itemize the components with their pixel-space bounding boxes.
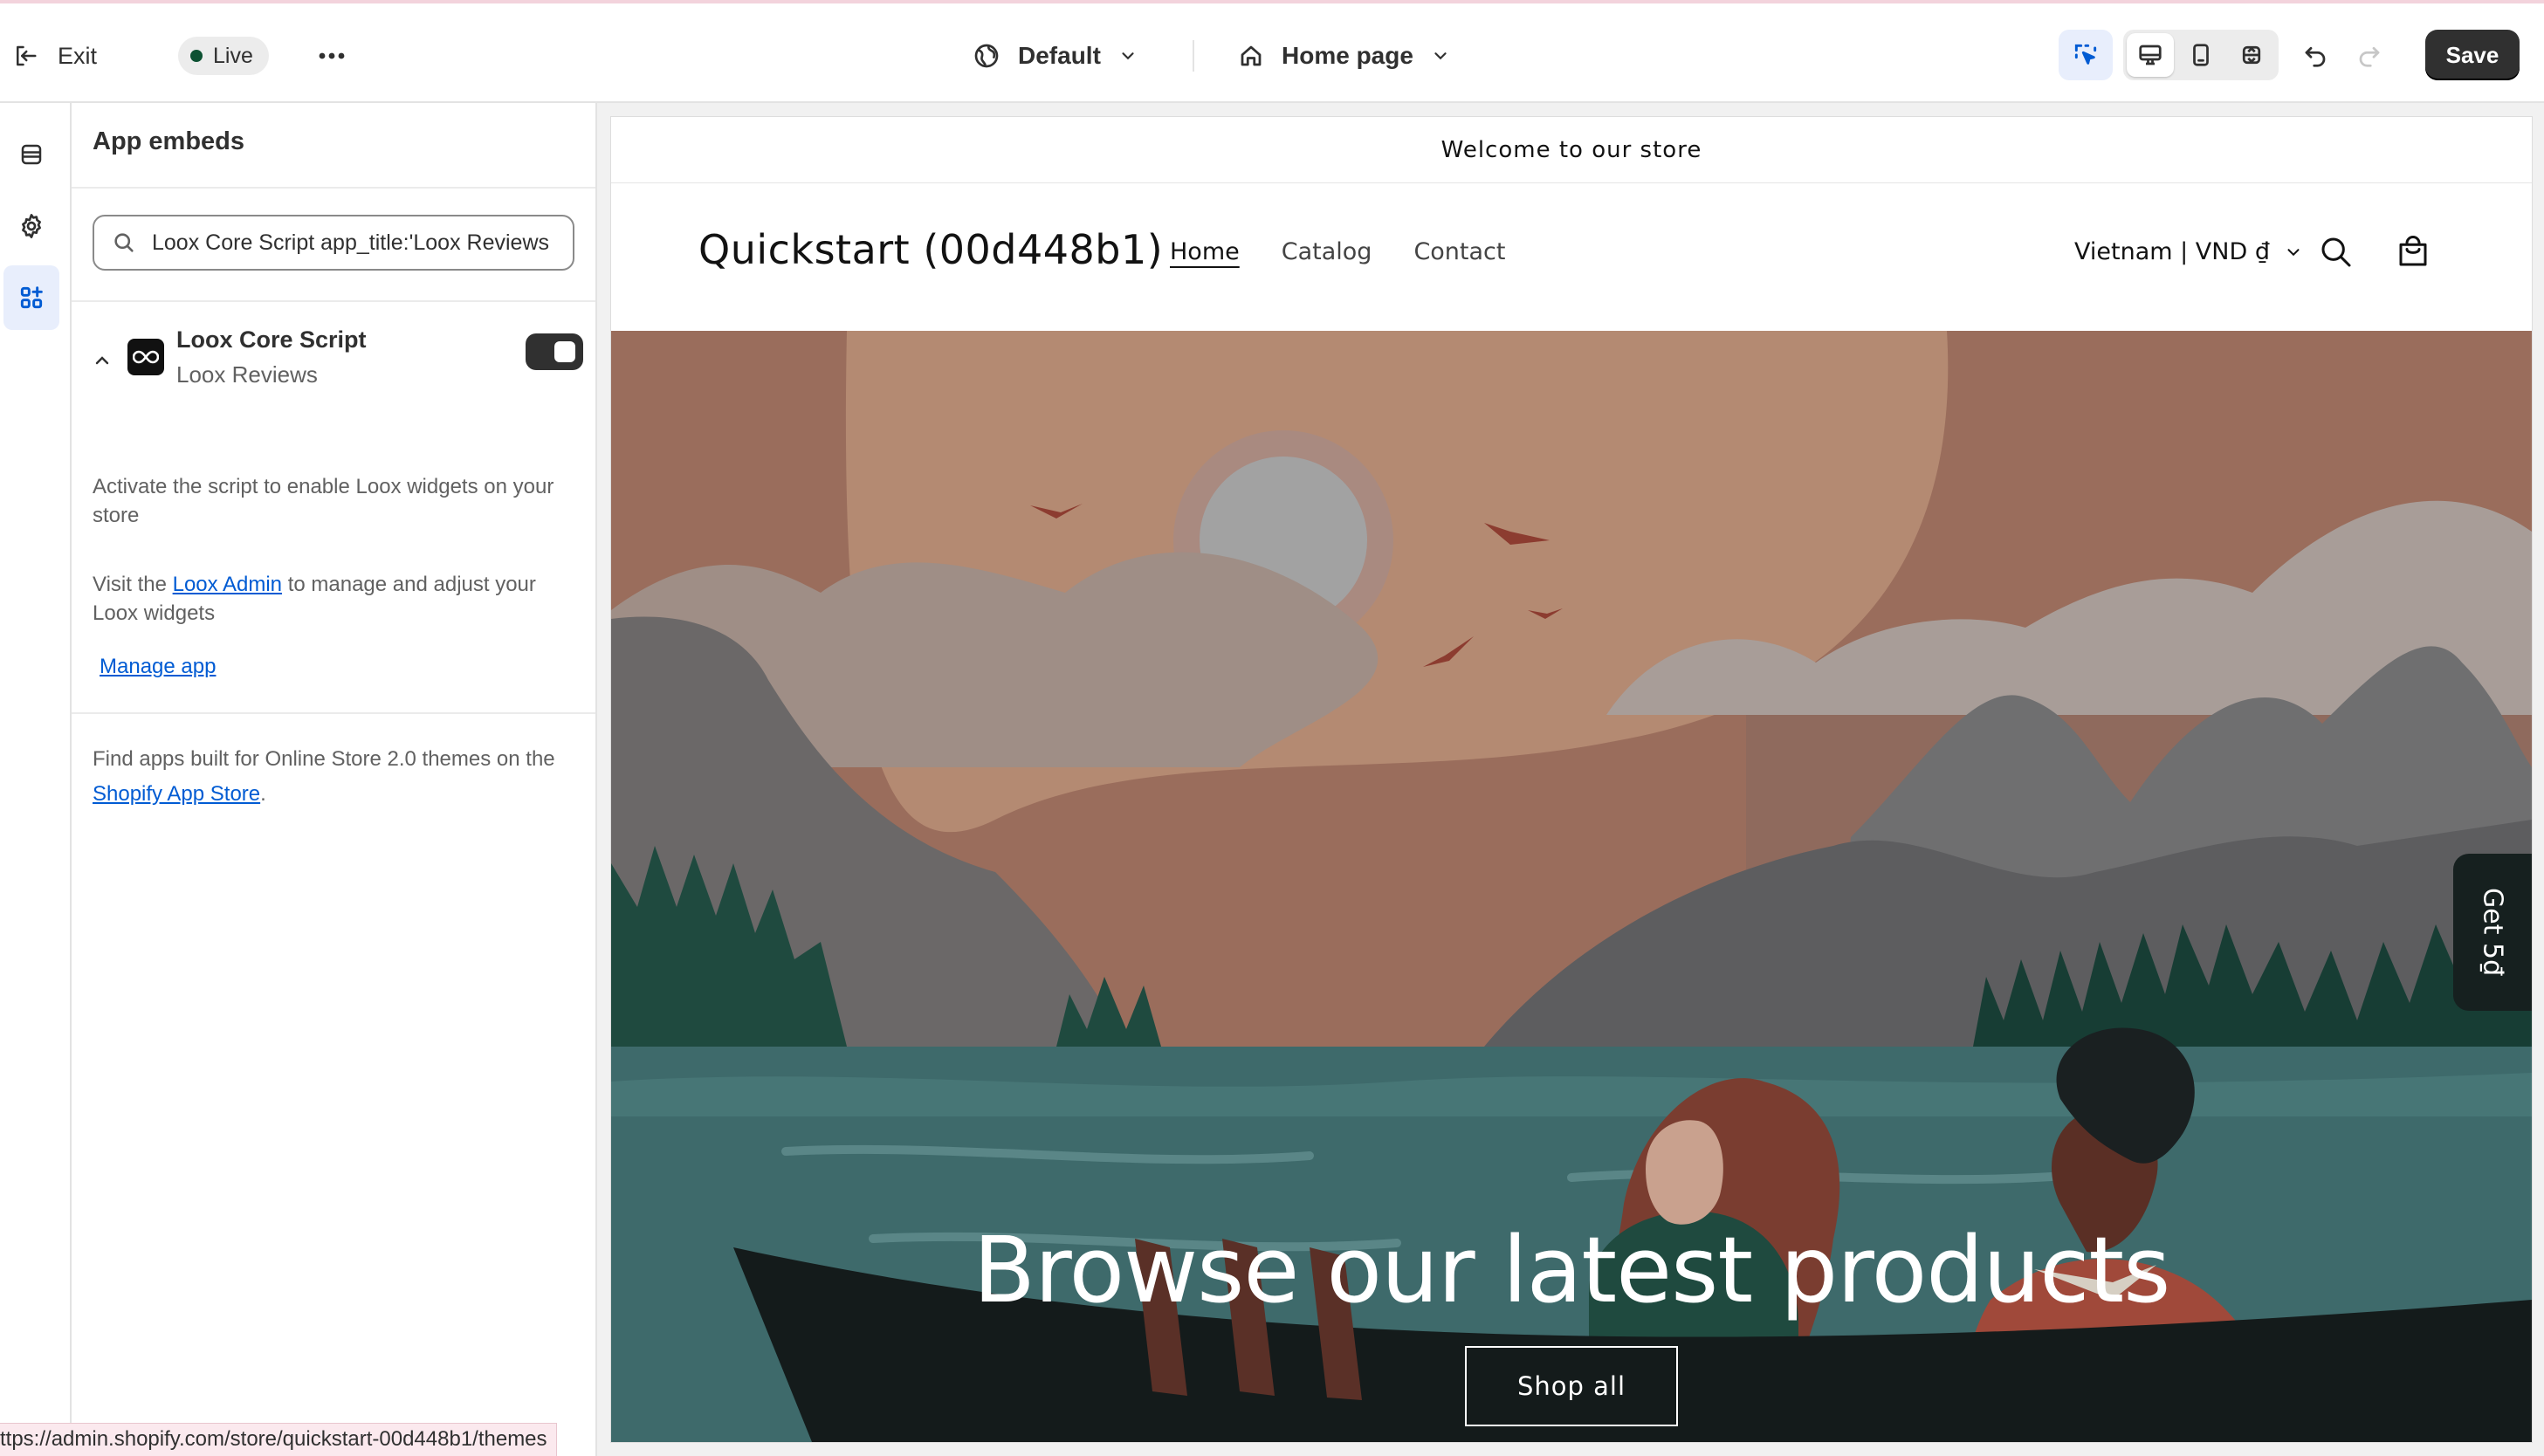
device-switcher <box>2123 30 2279 80</box>
mobile-icon <box>2193 44 2209 66</box>
redo-button <box>2348 35 2390 77</box>
apps-icon <box>20 286 43 309</box>
topbar-divider <box>1193 40 1194 72</box>
live-dot-icon <box>190 50 203 62</box>
panel-title: App embeds <box>93 127 245 155</box>
desktop-icon <box>2139 45 2162 65</box>
expand-icon <box>2242 45 2261 65</box>
store-header: Quickstart (00d448b1) Home Catalog Conta… <box>611 184 2532 331</box>
search-icon <box>114 233 134 252</box>
cart-bag-icon <box>2399 236 2427 266</box>
editor-topbar: Exit Live Default Home page Save <box>0 0 2544 103</box>
divider <box>72 712 595 714</box>
editor-sidebar-rail <box>0 103 72 1456</box>
announcement-bar: Welcome to our store <box>611 117 2532 183</box>
app-embeds-panel: App embeds Loox Core Script Loox Reviews… <box>72 103 597 1456</box>
more-horizontal-icon <box>319 52 345 59</box>
cart-button[interactable] <box>2390 230 2436 275</box>
app-embeds-nav-button[interactable] <box>3 265 59 330</box>
side-tab-label: Get 5₫ <box>2477 888 2508 977</box>
admin-text-pre: Visit the <box>93 573 167 596</box>
fullscreen-view-button[interactable] <box>2228 33 2275 77</box>
status-bar-url: ttps://admin.shopify.com/store/quickstar… <box>0 1423 557 1456</box>
undo-button[interactable] <box>2294 35 2336 77</box>
redo-icon <box>2359 46 2380 67</box>
globe-icon <box>974 44 999 68</box>
storefront-preview: Welcome to our store Quickstart (00d448b… <box>611 117 2532 1442</box>
exit-button[interactable]: Exit <box>12 37 97 75</box>
inspector-toggle-button[interactable] <box>2059 30 2113 80</box>
select-cursor-icon <box>2074 44 2097 65</box>
loox-rewards-tab[interactable]: Get 5₫ <box>2453 854 2532 1011</box>
theme-selector[interactable]: Default <box>973 35 1138 77</box>
exit-icon <box>17 45 37 66</box>
hero-banner: Browse our latest products Shop all <box>611 331 2532 1442</box>
nav-contact[interactable]: Contact <box>1413 238 1505 265</box>
save-button[interactable]: Save <box>2425 30 2520 80</box>
embed-enabled-toggle[interactable] <box>526 333 583 370</box>
shop-all-button[interactable]: Shop all <box>1465 1346 1678 1426</box>
desktop-view-button[interactable] <box>2127 33 2174 77</box>
gear-icon <box>22 214 41 238</box>
search-input[interactable] <box>152 230 562 256</box>
nav-catalog[interactable]: Catalog <box>1282 238 1372 265</box>
live-badge: Live <box>178 37 269 75</box>
exit-label: Exit <box>58 42 98 69</box>
loox-logo-icon <box>127 339 164 375</box>
sections-nav-button[interactable] <box>3 122 59 187</box>
page-label: Home page <box>1282 42 1413 69</box>
app-store-footer: Find apps built for Online Store 2.0 the… <box>93 742 581 812</box>
live-label: Live <box>213 43 253 68</box>
loox-admin-link[interactable]: Loox Admin <box>173 573 282 596</box>
embed-name: Loox Core Script <box>176 326 367 353</box>
chevron-down-icon <box>1434 52 1447 60</box>
theme-settings-nav-button[interactable] <box>3 194 59 258</box>
locale-selector[interactable]: Vietnam | VND ₫ <box>2074 238 2303 265</box>
footer-text: Find apps built for Online Store 2.0 the… <box>93 747 555 771</box>
nav-home[interactable]: Home <box>1170 238 1240 265</box>
footer-period: . <box>260 782 266 806</box>
manage-app-link[interactable]: Manage app <box>100 655 216 679</box>
page-selector[interactable]: Home page <box>1238 35 1450 77</box>
collapse-button[interactable] <box>87 346 117 375</box>
embed-description: Activate the script to enable Loox widge… <box>93 475 554 527</box>
divider <box>72 300 595 302</box>
hero-heading: Browse our latest products <box>973 1217 2171 1323</box>
chevron-up-icon <box>95 356 109 365</box>
app-embed-item: Loox Core Script Loox Reviews <box>87 326 585 405</box>
store-logo-text[interactable]: Quickstart (00d448b1) <box>698 226 1163 273</box>
shopify-app-store-link[interactable]: Shopify App Store <box>93 782 260 806</box>
toggle-knob <box>554 341 575 362</box>
app-embed-search <box>93 215 574 271</box>
embed-app-name: Loox Reviews <box>176 361 318 388</box>
divider <box>72 187 595 189</box>
embed-admin-text: Visit the Loox Admin to manage and adjus… <box>93 570 581 628</box>
chevron-down-icon <box>1122 52 1134 60</box>
locale-label: Vietnam | VND ₫ <box>2074 238 2271 265</box>
sections-icon <box>21 144 42 165</box>
home-icon <box>1241 45 1262 66</box>
mobile-view-button[interactable] <box>2177 33 2224 77</box>
store-search-button[interactable] <box>2314 230 2359 275</box>
chevron-down-icon <box>2287 248 2300 256</box>
store-nav: Home Catalog Contact <box>1170 238 1505 265</box>
search-icon <box>2321 237 2351 267</box>
more-actions-button[interactable] <box>314 38 349 73</box>
undo-icon <box>2305 46 2326 67</box>
theme-label: Default <box>1018 42 1101 69</box>
